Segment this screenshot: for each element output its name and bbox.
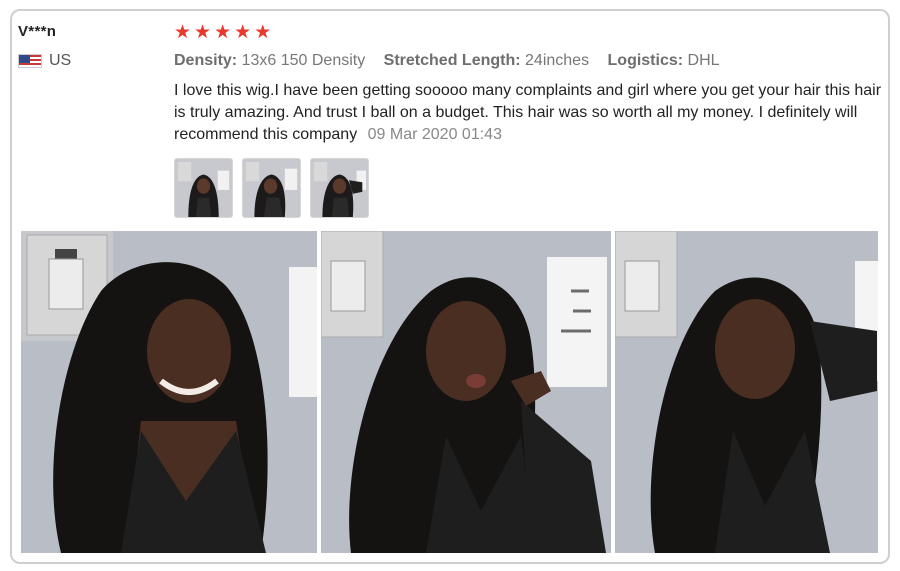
review-thumbnail-1[interactable]: [174, 158, 233, 218]
thumbnail-strip: [174, 158, 886, 218]
review-text: I love this wig.I have been getting sooo…: [174, 80, 888, 146]
reviewer-country: US: [18, 52, 71, 70]
spec-density-value: 13x6 150 Density: [241, 52, 366, 69]
review-content: ★ ★ ★ ★ ★ Density: 13x6 150 Density Stre…: [174, 23, 886, 218]
star-icon: ★: [254, 22, 272, 43]
review-thumbnail-2[interactable]: [242, 158, 301, 218]
star-icon: ★: [234, 22, 252, 43]
spec-length-label: Stretched Length:: [383, 52, 521, 69]
review-body: I love this wig.I have been getting sooo…: [174, 82, 882, 143]
review-card: V***n US ★ ★ ★ ★ ★ Density: 13x6 150 Den…: [10, 9, 890, 564]
spec-length-value: 24inches: [525, 52, 590, 69]
spec-length: Stretched Length: 24inches: [384, 52, 594, 69]
review-photo-1[interactable]: [21, 231, 317, 553]
country-code: US: [49, 52, 72, 69]
review-date: 09 Mar 2020 01:43: [367, 126, 502, 143]
spec-density-label: Density:: [174, 52, 238, 69]
spec-logistics-label: Logistics:: [607, 52, 684, 69]
reviewer-name: V***n: [18, 23, 57, 40]
product-specs: Density: 13x6 150 Density Stretched Leng…: [174, 52, 886, 70]
spec-logistics: Logistics: DHL: [608, 52, 720, 69]
us-flag-icon: [18, 54, 42, 68]
review-thumbnail-3[interactable]: [310, 158, 369, 218]
reviewer-info: V***n US: [18, 23, 71, 70]
spec-logistics-value: DHL: [687, 52, 720, 69]
review-photo-3[interactable]: [615, 231, 878, 553]
star-icon: ★: [174, 22, 192, 43]
spec-density: Density: 13x6 150 Density: [174, 52, 370, 69]
star-icon: ★: [194, 22, 212, 43]
star-rating: ★ ★ ★ ★ ★: [174, 23, 886, 43]
review-photo-2[interactable]: [321, 231, 611, 553]
star-icon: ★: [214, 22, 232, 43]
